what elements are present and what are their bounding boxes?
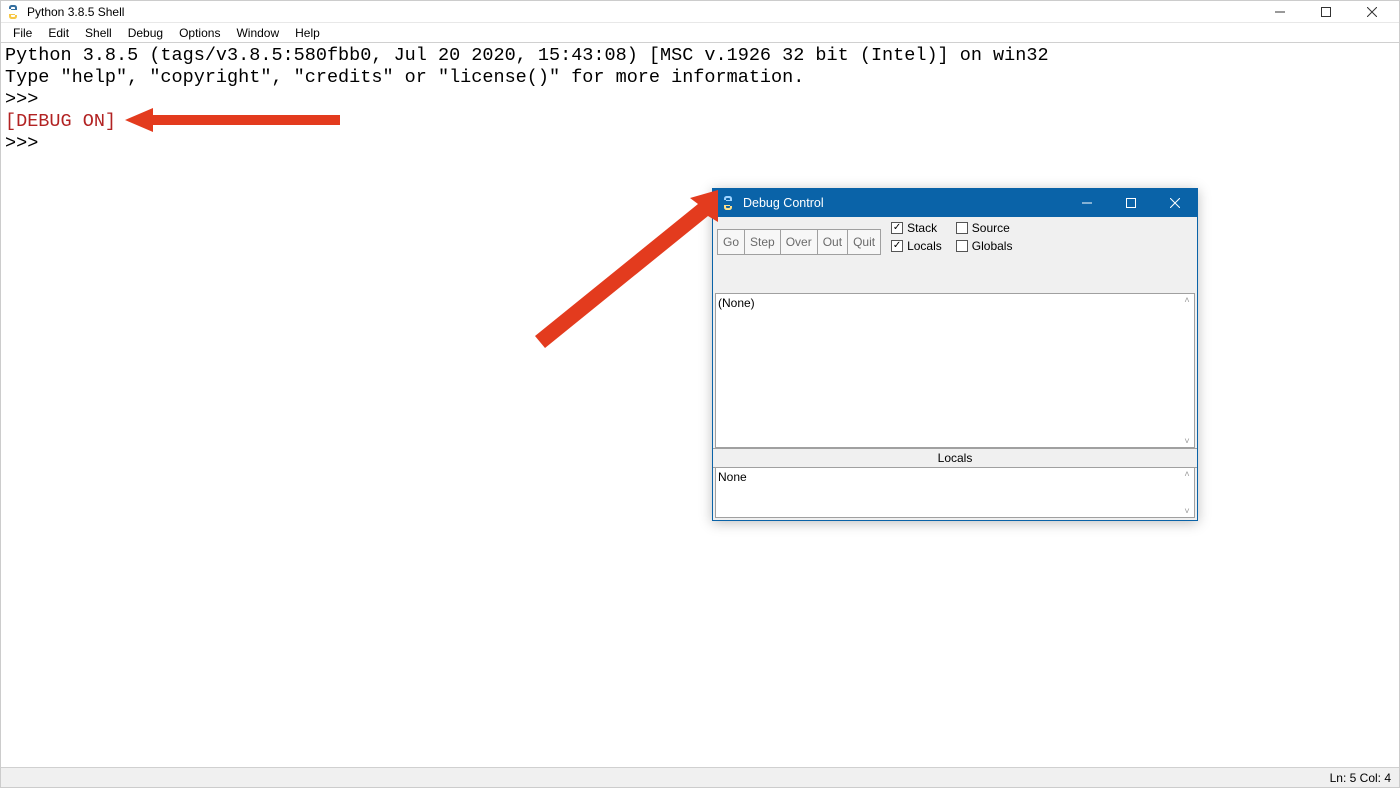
menu-file[interactable]: File xyxy=(5,25,40,41)
python-icon xyxy=(719,194,737,212)
maximize-button[interactable] xyxy=(1303,1,1349,23)
scroll-down-icon[interactable]: ˅ xyxy=(1182,436,1192,446)
globals-checkbox-label: Globals xyxy=(972,239,1013,253)
prompt: >>> xyxy=(5,133,49,154)
scroll-up-icon[interactable]: ˄ xyxy=(1182,295,1192,305)
debug-close-button[interactable] xyxy=(1153,189,1197,217)
debug-titlebar[interactable]: Debug Control xyxy=(713,189,1197,217)
stack-pane[interactable]: (None) ˄ ˅ xyxy=(715,293,1195,448)
out-button[interactable]: Out xyxy=(818,229,848,255)
idle-titlebar[interactable]: Python 3.8.5 Shell xyxy=(1,1,1399,23)
prompt: >>> xyxy=(5,89,49,110)
debug-button-group: Go Step Over Out Quit xyxy=(717,229,881,255)
stack-checkbox[interactable]: ✓Stack xyxy=(891,221,942,235)
stack-content: (None) xyxy=(718,296,755,310)
stack-checkbox-label: Stack xyxy=(907,221,937,235)
globals-checkbox[interactable]: Globals xyxy=(956,239,1013,253)
source-checkbox[interactable]: Source xyxy=(956,221,1013,235)
idle-statusbar: Ln: 5 Col: 4 xyxy=(1,767,1399,787)
debug-title: Debug Control xyxy=(743,196,824,210)
idle-title: Python 3.8.5 Shell xyxy=(27,5,124,19)
step-button[interactable]: Step xyxy=(745,229,781,255)
over-button[interactable]: Over xyxy=(781,229,818,255)
cursor-position: Ln: 5 Col: 4 xyxy=(1330,771,1391,785)
banner-line-1: Python 3.8.5 (tags/v3.8.5:580fbb0, Jul 2… xyxy=(5,45,1049,66)
locals-content: None xyxy=(718,470,747,484)
python-icon xyxy=(5,4,21,20)
debug-minimize-button[interactable] xyxy=(1065,189,1109,217)
debug-maximize-button[interactable] xyxy=(1109,189,1153,217)
go-button[interactable]: Go xyxy=(717,229,745,255)
menu-edit[interactable]: Edit xyxy=(40,25,77,41)
locals-pane[interactable]: None ˄ ˅ xyxy=(715,468,1195,518)
debug-on-text: [DEBUG ON] xyxy=(5,111,116,132)
idle-window-controls xyxy=(1257,1,1395,23)
locals-checkbox-label: Locals xyxy=(907,239,942,253)
minimize-button[interactable] xyxy=(1257,1,1303,23)
menu-shell[interactable]: Shell xyxy=(77,25,120,41)
menu-options[interactable]: Options xyxy=(171,25,228,41)
scroll-down-icon[interactable]: ˅ xyxy=(1182,506,1192,516)
menu-window[interactable]: Window xyxy=(228,25,287,41)
idle-menubar: File Edit Shell Debug Options Window Hel… xyxy=(1,23,1399,43)
debug-toolbar: Go Step Over Out Quit ✓Stack ✓Locals Sou… xyxy=(713,217,1197,263)
source-checkbox-label: Source xyxy=(972,221,1010,235)
locals-header: Locals xyxy=(713,448,1197,468)
menu-debug[interactable]: Debug xyxy=(120,25,171,41)
banner-line-2: Type "help", "copyright", "credits" or "… xyxy=(5,67,804,88)
scroll-up-icon[interactable]: ˄ xyxy=(1182,469,1192,479)
debug-control-window[interactable]: Debug Control Go Step Over Out Quit ✓Sta… xyxy=(712,188,1198,521)
locals-checkbox[interactable]: ✓Locals xyxy=(891,239,942,253)
menu-help[interactable]: Help xyxy=(287,25,328,41)
quit-button[interactable]: Quit xyxy=(848,229,881,255)
close-button[interactable] xyxy=(1349,1,1395,23)
